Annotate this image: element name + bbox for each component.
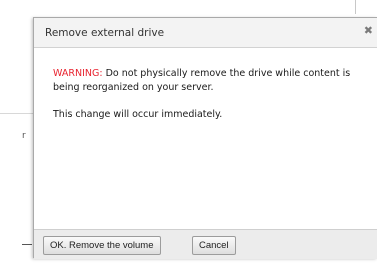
dialog-title: Remove external drive <box>45 27 165 39</box>
background-text-fragment: r <box>22 131 26 141</box>
dialog-header: Remove external drive ✖ <box>34 18 377 48</box>
background-divider <box>355 0 356 14</box>
remove-drive-dialog: Remove external drive ✖ WARNING: Do not … <box>33 17 377 259</box>
close-icon[interactable]: ✖ <box>364 25 373 36</box>
background-divider <box>0 113 37 114</box>
warning-label: WARNING: <box>53 68 103 79</box>
remove-volume-button[interactable]: OK. Remove the volume <box>43 236 161 255</box>
cancel-button[interactable]: Cancel <box>192 236 236 255</box>
warning-message: WARNING: Do not physically remove the dr… <box>53 67 371 95</box>
dialog-body: WARNING: Do not physically remove the dr… <box>53 67 371 122</box>
dialog-footer: OK. Remove the volume Cancel <box>34 229 377 259</box>
notice-message: This change will occur immediately. <box>53 109 223 120</box>
background-divider <box>22 244 32 245</box>
